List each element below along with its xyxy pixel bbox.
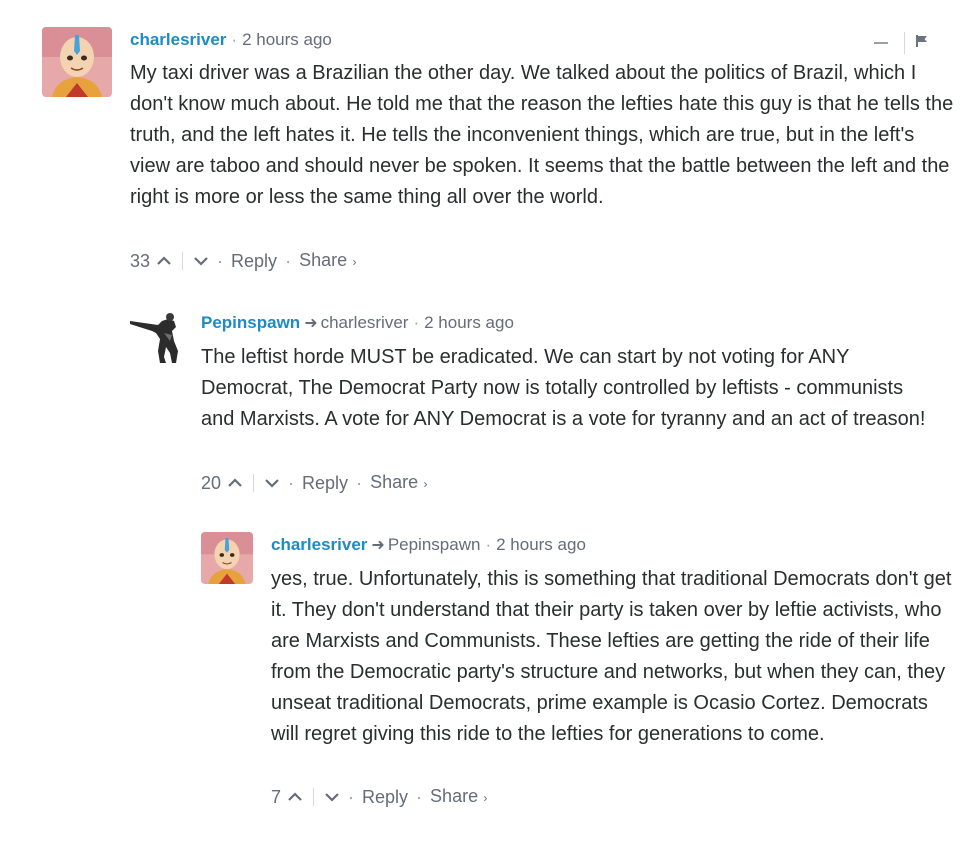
aang-avatar-icon	[201, 532, 253, 584]
comment-header: charlesriver ➜ Pepinspawn · 2 hours ago	[271, 534, 586, 557]
chevron-down-icon	[194, 257, 208, 266]
share-button[interactable]: Share ›	[370, 470, 427, 496]
separator-dot: ·	[217, 251, 224, 271]
comment-footer: 20 · Reply · Share ›	[201, 470, 427, 496]
chevron-right-icon: ›	[480, 791, 488, 805]
downvote-button[interactable]	[324, 791, 340, 803]
separator-dot: ·	[288, 473, 295, 493]
reply-arrow-icon: ➜	[304, 315, 318, 332]
user-avatar[interactable]	[42, 27, 112, 97]
separator-dot: ·	[348, 787, 355, 807]
vote-divider	[253, 474, 255, 492]
separator-dot: ·	[285, 251, 292, 271]
timestamp-link[interactable]: 2 hours ago	[424, 313, 514, 332]
author-link[interactable]: charlesriver	[271, 535, 367, 554]
reply-button[interactable]: Reply	[231, 249, 277, 273]
comment-text: My taxi driver was a Brazilian the other…	[130, 62, 954, 208]
reply-button[interactable]: Reply	[302, 471, 348, 495]
reply-arrow-icon: ➜	[371, 537, 385, 554]
vote-divider	[313, 788, 315, 806]
upvote-button[interactable]: 33	[130, 249, 172, 273]
comment-text: The leftist horde MUST be eradicated. We…	[201, 346, 926, 430]
share-label: Share	[430, 786, 479, 806]
vote-count: 7	[271, 787, 282, 807]
author-link[interactable]: Pepinspawn	[201, 313, 300, 332]
chevron-up-icon	[157, 256, 171, 265]
chevron-up-icon	[228, 478, 242, 487]
timestamp-link[interactable]: 2 hours ago	[496, 535, 586, 554]
vote-divider	[182, 252, 184, 270]
comment: charlesriver ➜ Pepinspawn · 2 hours ago yes,…	[0, 520, 980, 820]
comment-footer: 7 · Reply · Share ›	[271, 784, 487, 810]
reply-button[interactable]: Reply	[362, 785, 408, 809]
soldier-silhouette-avatar-icon	[128, 311, 186, 365]
aang-avatar-icon	[42, 27, 112, 97]
comment: charlesriver · 2 hours ago My taxi driver …	[0, 0, 980, 290]
separator-dot: ·	[413, 313, 420, 332]
parent-author-link[interactable]: Pepinspawn	[388, 535, 481, 554]
comment-footer: 33 · Reply · Share ›	[130, 248, 356, 274]
chevron-down-icon	[265, 479, 279, 488]
separator-dot: ·	[485, 535, 492, 554]
share-label: Share	[299, 250, 348, 270]
parent-author-link[interactable]: charlesriver	[321, 313, 409, 332]
separator-dot: ·	[416, 787, 423, 807]
author-link[interactable]: charlesriver	[130, 30, 226, 49]
share-button[interactable]: Share ›	[299, 248, 356, 274]
share-button[interactable]: Share ›	[430, 784, 487, 810]
comment-text: yes, true. Unfortunately, this is someth…	[271, 568, 952, 745]
upvote-button[interactable]: 7	[271, 785, 303, 809]
vote-count: 20	[201, 473, 222, 493]
vote-count: 33	[130, 251, 151, 271]
separator-dot: ·	[356, 473, 363, 493]
chevron-right-icon: ›	[420, 477, 428, 491]
comment: Pepinspawn ➜ charlesriver · 2 hours ago The …	[0, 300, 980, 510]
timestamp-link[interactable]: 2 hours ago	[242, 30, 332, 49]
comment-header: charlesriver · 2 hours ago	[130, 29, 332, 51]
separator-dot: ·	[231, 30, 238, 49]
comment-header: Pepinspawn ➜ charlesriver · 2 hours ago	[201, 312, 514, 335]
downvote-button[interactable]	[193, 255, 209, 267]
downvote-button[interactable]	[264, 477, 280, 489]
chevron-down-icon	[325, 793, 339, 802]
chevron-right-icon: ›	[349, 255, 357, 269]
upvote-button[interactable]: 20	[201, 471, 243, 495]
user-avatar[interactable]	[201, 532, 253, 584]
chevron-up-icon	[288, 792, 302, 801]
user-avatar[interactable]	[128, 311, 186, 365]
share-label: Share	[370, 472, 419, 492]
